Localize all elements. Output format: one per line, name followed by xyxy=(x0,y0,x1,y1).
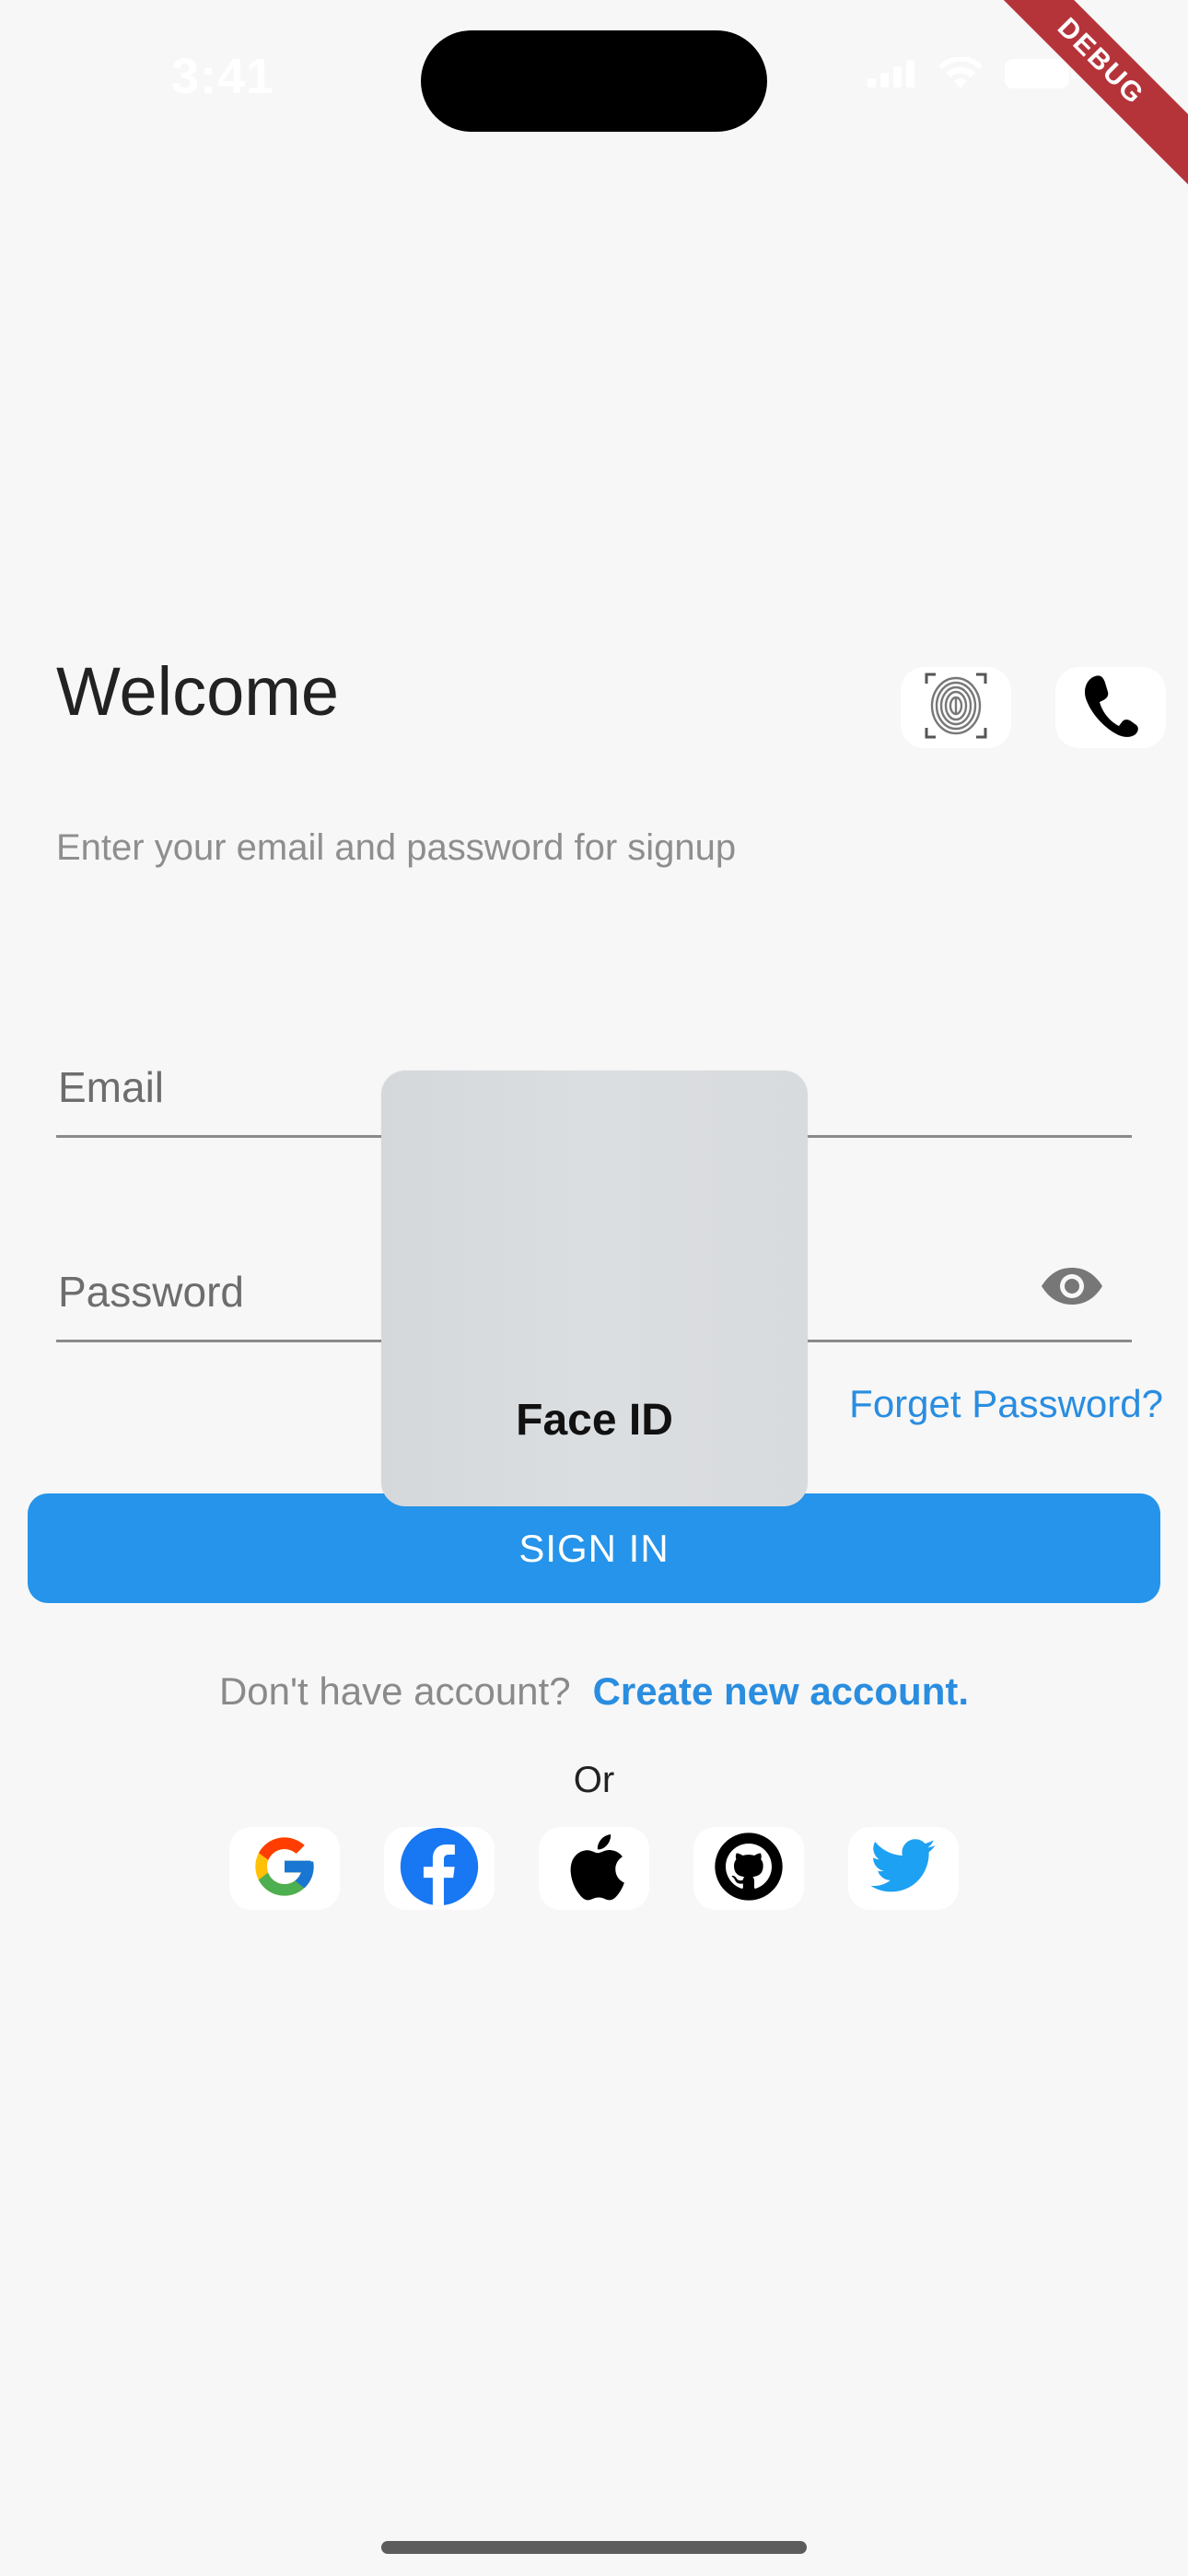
page-subtitle: Enter your email and password for signup xyxy=(56,827,737,868)
github-login-button[interactable] xyxy=(693,1827,804,1910)
fingerprint-button[interactable] xyxy=(901,667,1011,748)
github-icon xyxy=(712,1830,786,1908)
phone-button[interactable] xyxy=(1055,667,1166,748)
facebook-icon xyxy=(397,1824,482,1914)
face-id-label: Face ID xyxy=(516,1396,673,1445)
dynamic-island xyxy=(421,30,767,132)
forgot-password-link[interactable]: Forget Password? xyxy=(849,1382,1163,1426)
or-divider-text: Or xyxy=(573,1760,615,1800)
create-account-link[interactable]: Create new account. xyxy=(593,1669,969,1713)
no-account-text: Don't have account? xyxy=(218,1669,571,1713)
sign-in-button[interactable]: SIGN IN xyxy=(28,1493,1160,1603)
create-account-row: Don't have account? Create new account. xyxy=(0,1669,1188,1714)
status-icons xyxy=(868,56,1077,95)
google-icon xyxy=(250,1832,320,1906)
facebook-login-button[interactable] xyxy=(384,1827,495,1910)
face-id-overlay: Face ID xyxy=(381,1071,808,1506)
twitter-icon xyxy=(870,1838,937,1899)
page-title: Welcome xyxy=(56,653,340,730)
apple-login-button[interactable] xyxy=(539,1827,649,1910)
home-indicator[interactable] xyxy=(381,2541,807,2554)
status-time: 3:41 xyxy=(171,49,275,104)
debug-banner: DEBUG xyxy=(959,0,1188,204)
fingerprint-icon xyxy=(923,671,989,745)
login-screen: 3:41 DEBUG Welcome Enter your email and … xyxy=(0,0,1188,2576)
wifi-icon xyxy=(938,56,984,95)
eye-icon[interactable] xyxy=(1040,1266,1104,1311)
google-login-button[interactable] xyxy=(229,1827,340,1910)
signal-icon xyxy=(868,60,917,92)
apple-icon xyxy=(559,1827,629,1911)
twitter-login-button[interactable] xyxy=(848,1827,959,1910)
phone-icon xyxy=(1082,673,1139,743)
